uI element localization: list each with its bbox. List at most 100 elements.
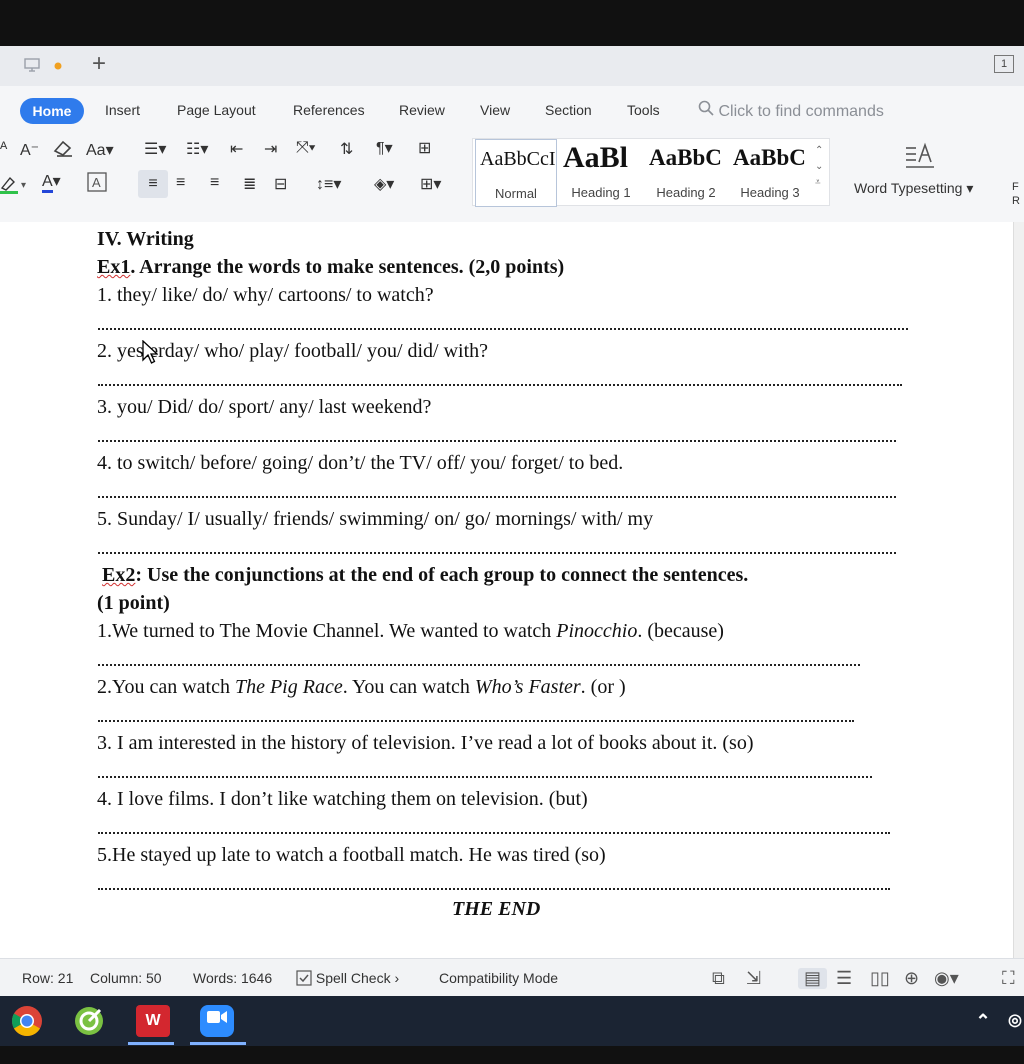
section-title: IV. Writing	[97, 228, 194, 250]
clear-format-icon[interactable]	[52, 138, 74, 163]
tab-page-layout[interactable]: Page Layout	[177, 102, 256, 118]
ex1-instruction: . Arrange the words to make sentences. (…	[130, 256, 565, 278]
align-left-button[interactable]: ≡	[138, 170, 168, 198]
answer-line[interactable]	[98, 774, 872, 778]
font-color-icon[interactable]: A▾	[42, 171, 61, 193]
character-border-icon[interactable]: A	[87, 172, 107, 197]
style-normal[interactable]: AaBbCcI Normal	[475, 139, 557, 207]
page-view-button[interactable]: ▤	[798, 968, 828, 989]
ex2-item-3: 3. I am interested in the history of tel…	[97, 732, 754, 754]
document-area[interactable]: IV. Writing Ex1. Arrange the words to ma…	[0, 222, 1024, 958]
eye-protection-icon[interactable]: ◉▾	[934, 968, 959, 989]
tab-references[interactable]: References	[293, 102, 365, 118]
table-tools-icon[interactable]: ⊞	[418, 138, 431, 158]
style-heading-3-label: Heading 3	[740, 185, 800, 200]
find-commands-search[interactable]: Click to find commands	[698, 100, 884, 121]
ex2-points: (1 point)	[97, 592, 170, 614]
active-app-indicator	[128, 1042, 174, 1045]
style-heading-1[interactable]: AaBl Heading 1	[559, 139, 643, 205]
spell-check-button[interactable]: Spell Check ›	[296, 970, 399, 986]
mouse-pointer-icon	[142, 340, 158, 364]
chevron-up-icon[interactable]: ⌃	[966, 1005, 1000, 1037]
ribbon: ᴬ A⁻ Aa▾ ☰▾ ☷▾ ⇤ ⇥ ⤧▾ ⇅ ¶▾ ⊞ ▾ A▾ A ≡ ≡ …	[0, 132, 1024, 223]
paragraph-mark-icon[interactable]: ¶▾	[376, 138, 393, 158]
ex1-item-4: 4. to switch/ before/ going/ don’t/ the …	[97, 452, 624, 474]
answer-line[interactable]	[98, 494, 896, 498]
tab-view[interactable]: View	[480, 102, 510, 118]
ex1-label: Ex1	[97, 256, 131, 278]
svg-text:A: A	[92, 175, 101, 190]
tab-review[interactable]: Review	[399, 102, 445, 118]
shading-icon[interactable]: ◈▾	[374, 174, 394, 194]
numbered-list-icon[interactable]: ☷▾	[186, 139, 208, 159]
style-normal-label: Normal	[495, 186, 537, 201]
reading-view-icon[interactable]: ▯▯	[870, 968, 890, 989]
answer-line[interactable]	[98, 438, 896, 442]
distribute-icon[interactable]: ⊟	[274, 174, 287, 194]
justify-icon[interactable]: ≣	[243, 174, 256, 194]
answer-line[interactable]	[98, 662, 860, 666]
status-words[interactable]: Words: 1646	[193, 970, 272, 986]
truncated-ribbon-button[interactable]: F R	[1012, 180, 1020, 208]
answer-line[interactable]	[98, 886, 890, 890]
greenshot-icon[interactable]	[72, 1005, 106, 1037]
wps-writer-icon[interactable]: W	[136, 1005, 170, 1037]
line-spacing-icon[interactable]: ↕≡▾	[316, 174, 341, 194]
change-case-icon[interactable]: Aa▾	[86, 140, 114, 160]
word-typesetting-button[interactable]: Word Typesetting ▾	[854, 180, 973, 197]
style-heading-2-label: Heading 2	[656, 185, 716, 200]
the-end-text: THE END	[452, 898, 541, 920]
ex1-title: Ex1. Arrange the words to make sentences…	[97, 256, 564, 279]
ex2-title: Ex2: Use the conjunctions at the end of …	[102, 564, 748, 587]
fullscreen-icon[interactable]: ⛶	[1002, 968, 1015, 989]
ex2-item-4: 4. I love films. I don’t like watching t…	[97, 788, 588, 810]
text-direction-icon[interactable]: ⤧▾	[296, 139, 316, 157]
ex2-instruction: : Use the conjunctions at the end of eac…	[135, 564, 749, 586]
tab-section[interactable]: Section	[545, 102, 592, 118]
status-column: Column: 50	[90, 970, 162, 986]
bullet-list-icon[interactable]: ☰▾	[144, 139, 166, 159]
answer-line[interactable]	[98, 382, 902, 386]
ex2-item-1: 1.We turned to The Movie Channel. We wan…	[97, 620, 724, 643]
vertical-scrollbar[interactable]	[1013, 222, 1024, 958]
chrome-icon[interactable]	[10, 1005, 44, 1037]
tab-tools[interactable]: Tools	[627, 102, 660, 118]
style-heading-1-sample: AaBl	[563, 141, 629, 174]
tab-home[interactable]: Home	[20, 98, 84, 124]
monitor-icon[interactable]	[24, 58, 40, 75]
increase-indent-icon[interactable]: ⇥	[264, 139, 277, 159]
styles-scroll-arrows-icon[interactable]: ⌃ ⌄ ⩡	[815, 143, 823, 191]
style-heading-2[interactable]: AaBbC Heading 2	[645, 139, 727, 205]
export-icon[interactable]: ⇲	[746, 968, 761, 989]
new-tab-button[interactable]: +	[92, 50, 106, 78]
spell-check-icon	[296, 970, 312, 986]
tray-icon[interactable]: ◎	[998, 1005, 1024, 1037]
decrease-indent-icon[interactable]: ⇤	[230, 139, 243, 159]
word-typesetting-icon[interactable]	[904, 142, 938, 178]
answer-line[interactable]	[98, 550, 896, 554]
search-icon	[698, 100, 714, 116]
web-view-icon[interactable]: ⊕	[904, 968, 919, 989]
ex2-item-2-title-1: The Pig Race	[234, 676, 343, 698]
ex2-item-2-mid: . You can watch	[342, 676, 475, 698]
sort-icon[interactable]: ⇅	[340, 139, 353, 159]
read-mode-icon[interactable]: ⧉	[712, 968, 725, 989]
borders-icon[interactable]: ⊞▾	[420, 174, 441, 194]
ex2-item-1-tail: . (because)	[637, 620, 724, 642]
align-right-icon[interactable]: ≡	[210, 174, 219, 192]
answer-line[interactable]	[98, 326, 908, 330]
font-grow-icon[interactable]: ᴬ	[0, 140, 7, 158]
style-heading-3[interactable]: AaBbC Heading 3	[729, 139, 811, 205]
find-placeholder: Click to find commands	[718, 103, 884, 120]
outline-view-icon[interactable]: ☰	[836, 968, 852, 989]
highlight-icon[interactable]: ▾	[0, 174, 30, 199]
align-center-icon[interactable]: ≡	[176, 174, 185, 192]
font-shrink-icon[interactable]: A⁻	[20, 140, 39, 160]
ex2-label: Ex2	[102, 564, 136, 586]
tab-insert[interactable]: Insert	[105, 102, 140, 118]
word-typesetting-label: Word Typesetting	[854, 180, 963, 196]
answer-line[interactable]	[98, 830, 890, 834]
zoom-icon[interactable]	[200, 1005, 234, 1037]
answer-line[interactable]	[98, 718, 854, 722]
window-count-badge[interactable]: 1	[994, 55, 1014, 73]
